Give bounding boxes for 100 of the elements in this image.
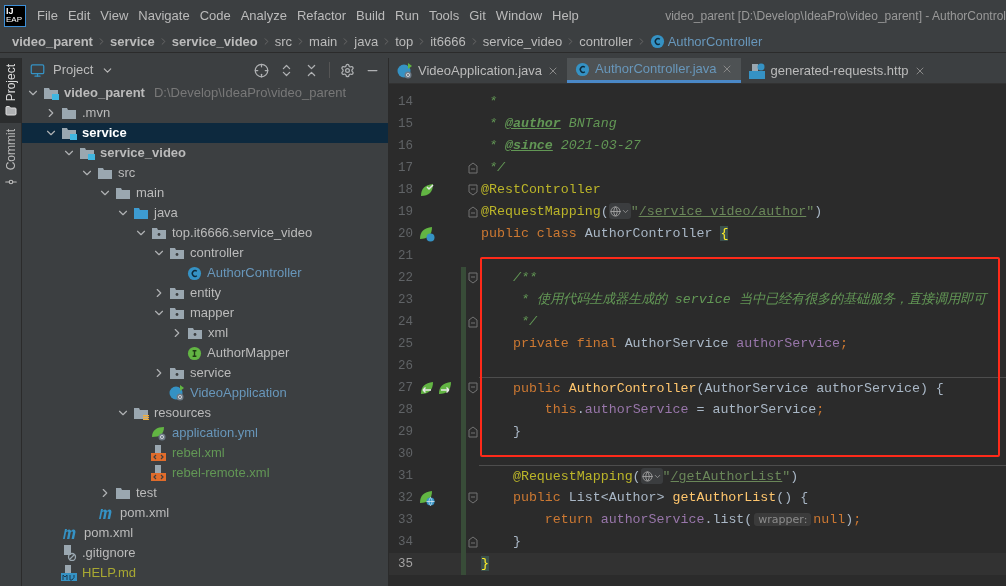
breadcrumb-item[interactable]: service_video xyxy=(171,31,258,52)
bean-check-icon[interactable] xyxy=(419,182,435,198)
tab-label: generated-requests.http xyxy=(770,61,909,80)
tree-row[interactable]: controller xyxy=(22,243,388,263)
breadcrumb-item[interactable]: AuthorController xyxy=(649,31,763,52)
code-token: ; xyxy=(840,336,849,351)
menu-item[interactable]: Navigate xyxy=(133,5,195,26)
tree-row[interactable]: AuthorController xyxy=(22,263,388,283)
tool-window-tab[interactable]: Project xyxy=(0,58,21,124)
tree-row[interactable]: HELP.md xyxy=(22,563,388,583)
breadcrumb-item[interactable]: top xyxy=(395,31,414,52)
fold-marker-icon[interactable] xyxy=(468,206,478,218)
logo-subtext: EAP xyxy=(6,16,22,24)
menu-item[interactable]: View xyxy=(95,5,134,26)
settings-icon[interactable] xyxy=(340,62,355,78)
locate-icon[interactable] xyxy=(254,62,269,78)
breadcrumb-item[interactable]: service_video xyxy=(482,31,563,52)
menu-item[interactable]: Code xyxy=(194,5,236,26)
tree-label: video_parent xyxy=(64,84,145,103)
fold-marker-icon[interactable] xyxy=(468,184,478,196)
tree-row[interactable]: .gitignore xyxy=(22,543,388,563)
tree-row[interactable]: resources xyxy=(22,403,388,423)
breadcrumb-item[interactable]: src xyxy=(274,31,293,52)
module-folder-icon xyxy=(79,146,95,160)
tree-label: service xyxy=(82,124,127,143)
globe-inlay-icon[interactable] xyxy=(640,468,663,485)
tree-row[interactable]: .mvn xyxy=(22,103,388,123)
breadcrumb-item[interactable]: video_parent xyxy=(12,31,93,52)
breadcrumb-item[interactable]: java xyxy=(354,31,379,52)
breadcrumb-item[interactable]: main xyxy=(309,31,338,52)
fold-marker-icon[interactable] xyxy=(468,162,478,174)
tree-row[interactable]: mapper xyxy=(22,303,388,323)
code-token: List<Author> xyxy=(568,490,666,505)
tool-window-tab[interactable]: Commit xyxy=(0,123,21,195)
editor-tab[interactable]: VideoApplication.java xyxy=(389,58,568,83)
tree-row[interactable]: pom.xml xyxy=(22,523,388,543)
module-folder-icon xyxy=(43,86,59,100)
menu-item[interactable]: Refactor xyxy=(291,5,352,26)
tree-row[interactable]: pom.xml xyxy=(22,503,388,523)
code-token: return xyxy=(543,512,594,527)
menu-item[interactable]: Tools xyxy=(423,5,465,26)
fold-marker-icon[interactable] xyxy=(468,536,478,548)
api-file-icon xyxy=(749,62,766,79)
editor-tab[interactable]: generated-requests.http xyxy=(741,58,934,83)
globe-inlay-icon[interactable] xyxy=(608,203,631,220)
window-title: video_parent [D:\Develop\IdeaPro\video_parent] - AuthorControl xyxy=(665,7,1006,25)
tree-row[interactable]: service xyxy=(22,363,388,383)
logo-text: IJ xyxy=(6,7,14,16)
fold-marker-icon[interactable] xyxy=(468,272,478,284)
web-endpoint-icon[interactable] xyxy=(419,490,435,506)
tree-label: VideoApplication xyxy=(190,384,287,403)
inject-arrow-icon[interactable] xyxy=(419,380,435,396)
fold-marker-icon[interactable] xyxy=(468,426,478,438)
breadcrumb-item[interactable]: controller xyxy=(579,31,633,52)
tree-row[interactable]: xml xyxy=(22,323,388,343)
line-number: 27 xyxy=(397,380,413,397)
line-number: 32 xyxy=(397,490,413,507)
code-token: ; xyxy=(816,402,825,417)
menu-item[interactable]: Analyze xyxy=(235,5,292,26)
menu-item[interactable]: Git xyxy=(464,5,491,26)
tree-row[interactable]: AuthorMapper xyxy=(22,343,388,363)
breadcrumb-item[interactable]: service xyxy=(109,31,155,52)
menu-item[interactable]: Build xyxy=(351,5,390,26)
tree-row[interactable]: src xyxy=(22,163,388,183)
bean-icon[interactable] xyxy=(419,226,435,242)
folder-icon xyxy=(115,486,131,500)
tree-row[interactable]: top.it6666.service_video xyxy=(22,223,388,243)
tree-row[interactable]: service xyxy=(22,123,388,143)
menu-item[interactable]: Edit xyxy=(62,5,96,26)
tree-row[interactable]: entity xyxy=(22,283,388,303)
tree-row[interactable]: test xyxy=(22,483,388,503)
code-token: () { xyxy=(776,490,809,505)
fold-marker-icon[interactable] xyxy=(468,492,478,504)
code-token: AuthorController xyxy=(568,381,697,396)
code-token: @RestController xyxy=(481,182,601,197)
menu-item[interactable]: File xyxy=(32,5,63,26)
folder-icon xyxy=(133,206,149,220)
menu-item[interactable]: Run xyxy=(390,5,424,26)
menu-item[interactable]: Help xyxy=(547,5,584,26)
code-token: = authorService xyxy=(695,402,817,417)
fold-marker-icon[interactable] xyxy=(468,382,478,394)
class-icon xyxy=(649,34,665,49)
tree-row[interactable]: rebel.xml xyxy=(22,443,388,463)
inject-arrow-icon[interactable] xyxy=(437,380,453,396)
line-number: 24 xyxy=(397,314,413,331)
tree-row[interactable]: video_parent D:\Develop\IdeaPro\video_parent xyxy=(22,83,388,103)
panel-title[interactable]: Project xyxy=(53,60,94,80)
tree-row[interactable]: main xyxy=(22,183,388,203)
menu-item[interactable]: Window xyxy=(490,5,548,26)
tree-row[interactable]: service_video xyxy=(22,143,388,163)
code-token: { xyxy=(720,226,729,241)
spring-leaf-icon xyxy=(151,425,167,441)
tree-row[interactable]: java xyxy=(22,203,388,223)
tree-row[interactable]: application.yml xyxy=(22,423,388,443)
tree-label: .gitignore xyxy=(82,544,136,563)
tree-row[interactable]: rebel-remote.xml xyxy=(22,463,388,483)
line-number: 16 xyxy=(397,138,413,155)
fold-marker-icon[interactable] xyxy=(468,316,478,328)
tree-row[interactable]: VideoApplication xyxy=(22,383,388,403)
breadcrumb-item[interactable]: it6666 xyxy=(430,31,466,52)
